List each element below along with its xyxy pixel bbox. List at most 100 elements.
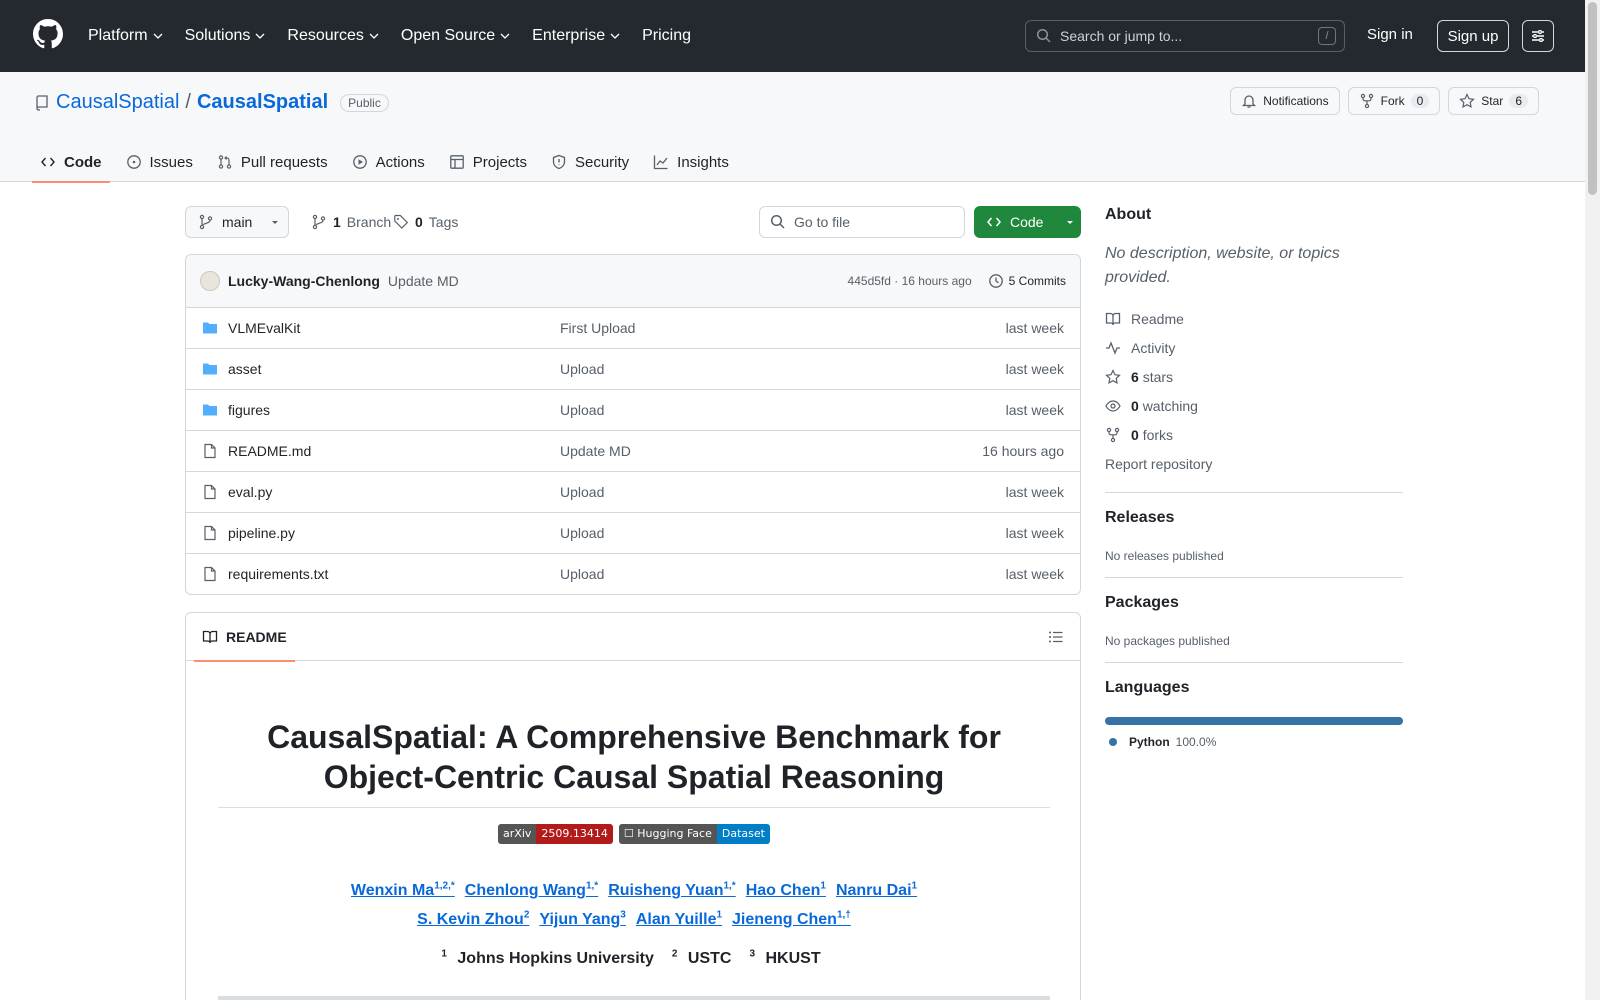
- shield-icon: [552, 154, 566, 170]
- file-row[interactable]: pipeline.py Upload last week: [186, 513, 1080, 554]
- nav-open-source[interactable]: Open Source: [401, 27, 510, 45]
- file-commit-message[interactable]: Upload: [560, 484, 604, 500]
- repo-name-link[interactable]: CausalSpatial: [197, 91, 328, 114]
- file-row[interactable]: VLMEvalKit First Upload last week: [186, 308, 1080, 349]
- file-row[interactable]: eval.py Upload last week: [186, 472, 1080, 513]
- github-logo-icon[interactable]: [33, 19, 63, 49]
- author-link[interactable]: S. Kevin Zhou2: [417, 909, 529, 927]
- author-link[interactable]: Yijun Yang3: [539, 909, 625, 927]
- stars-link[interactable]: 6 stars: [1105, 362, 1403, 391]
- branch-selector[interactable]: main: [185, 206, 289, 238]
- badge-label: arXiv: [498, 824, 537, 844]
- nav-solutions[interactable]: Solutions: [185, 27, 266, 45]
- branches-link[interactable]: 1 Branch: [311, 214, 391, 230]
- badge[interactable]: arXiv 2509.13414: [498, 824, 613, 844]
- nav-platform[interactable]: Platform: [88, 27, 163, 45]
- activity-link[interactable]: Activity: [1105, 333, 1403, 362]
- releases-heading[interactable]: Releases: [1105, 509, 1403, 527]
- languages-heading: Languages: [1105, 679, 1190, 696]
- global-header: Platform Solutions Resources Open Source…: [0, 0, 1585, 72]
- file-commit-message[interactable]: Upload: [560, 525, 604, 541]
- file-name-link[interactable]: asset: [228, 361, 261, 377]
- readme-title: CausalSpatial: A Comprehensive Benchmark…: [267, 719, 1001, 795]
- page-scrollbar[interactable]: [1585, 0, 1600, 1000]
- tab-issues[interactable]: Issues: [118, 142, 201, 182]
- language-percent: 100.0%: [1175, 735, 1217, 749]
- tag-icon: [394, 214, 409, 229]
- file-name-link[interactable]: eval.py: [228, 484, 272, 500]
- go-to-file-input[interactable]: Go to file: [759, 206, 965, 238]
- tag-label: Tags: [428, 214, 459, 230]
- file-name-link[interactable]: VLMEvalKit: [228, 320, 300, 336]
- file-icon-wrap: [202, 525, 218, 541]
- file-row[interactable]: requirements.txt Upload last week: [186, 554, 1080, 594]
- file-name-link[interactable]: requirements.txt: [228, 566, 328, 582]
- tab-security[interactable]: Security: [543, 142, 637, 182]
- branch-name: main: [222, 214, 253, 230]
- sign-up-button[interactable]: Sign up: [1437, 20, 1509, 52]
- author-link[interactable]: Jieneng Chen1,†: [732, 909, 851, 927]
- readme-tab[interactable]: README: [194, 613, 295, 662]
- commit-author-link[interactable]: Lucky-Wang-Chenlong: [228, 273, 380, 289]
- file-commit-message[interactable]: Update MD: [560, 443, 631, 459]
- nav-resources[interactable]: Resources: [287, 27, 379, 45]
- file-commit-message[interactable]: Upload: [560, 361, 604, 377]
- forks-link[interactable]: 0 forks: [1105, 420, 1403, 449]
- badge-row: arXiv 2509.13414 ☐ Hugging Face Dataset: [186, 824, 1082, 844]
- readme-panel: README CausalSpatial: A Comprehensive Be…: [185, 612, 1081, 1000]
- author-link[interactable]: Chenlong Wang1,*: [465, 881, 598, 899]
- menu-button[interactable]: [1522, 20, 1554, 52]
- file-name-link[interactable]: figures: [228, 402, 270, 418]
- folder-icon-wrap: [202, 361, 218, 377]
- author-link[interactable]: Alan Yuille1: [636, 909, 722, 927]
- file-name-link[interactable]: README.md: [228, 443, 311, 459]
- search-input[interactable]: Search or jump to... /: [1025, 20, 1345, 52]
- star-button[interactable]: Star 6: [1448, 87, 1539, 115]
- tab-actions[interactable]: Actions: [344, 142, 433, 182]
- tab-code[interactable]: Code: [32, 142, 110, 183]
- author-link[interactable]: Hao Chen1: [746, 881, 826, 899]
- badge[interactable]: ☐ Hugging Face Dataset: [618, 824, 770, 844]
- file-commit-message[interactable]: First Upload: [560, 320, 635, 336]
- readme-link[interactable]: Readme: [1105, 304, 1403, 333]
- file-icon-wrap: [202, 443, 218, 459]
- tags-link[interactable]: 0 Tags: [393, 214, 458, 230]
- file-icon: [204, 525, 216, 541]
- file-icon: [204, 566, 216, 582]
- list-unordered-icon[interactable]: [1048, 629, 1064, 645]
- tag-count: 0: [415, 214, 423, 230]
- language-item[interactable]: Python 100.0%: [1105, 735, 1403, 749]
- watchers-link[interactable]: 0 watching: [1105, 391, 1403, 420]
- nav-enterprise[interactable]: Enterprise: [532, 27, 620, 45]
- nav-pricing[interactable]: Pricing: [642, 27, 691, 45]
- author-link[interactable]: Nanru Dai1: [836, 881, 917, 899]
- file-row[interactable]: README.md Update MD 16 hours ago: [186, 431, 1080, 472]
- notifications-button[interactable]: Notifications: [1230, 87, 1340, 115]
- avatar[interactable]: [200, 271, 220, 291]
- file-commit-time: last week: [1005, 525, 1064, 541]
- file-row[interactable]: figures Upload last week: [186, 390, 1080, 431]
- commits-history-link[interactable]: 5 Commits: [988, 273, 1066, 289]
- code-dropdown-button[interactable]: Code: [974, 206, 1081, 238]
- file-list: Lucky-Wang-Chenlong Update MD 445d5fd · …: [185, 254, 1081, 595]
- scrollbar-thumb[interactable]: [1588, 2, 1597, 195]
- author-link[interactable]: Wenxin Ma1,2,*: [351, 881, 455, 899]
- star-count: 6: [1509, 94, 1528, 108]
- file-row[interactable]: asset Upload last week: [186, 349, 1080, 390]
- repo-owner-link[interactable]: CausalSpatial: [56, 91, 179, 114]
- sign-in-link[interactable]: Sign in: [1367, 26, 1413, 43]
- commit-hash-time[interactable]: 445d5fd · 16 hours ago: [848, 274, 972, 288]
- file-commit-message[interactable]: Upload: [560, 402, 604, 418]
- packages-heading[interactable]: Packages: [1105, 594, 1403, 612]
- tab-pull-requests[interactable]: Pull requests: [209, 142, 336, 182]
- book-icon: [202, 630, 218, 644]
- report-repository-link[interactable]: Report repository: [1105, 449, 1403, 478]
- file-name-link[interactable]: pipeline.py: [228, 525, 295, 541]
- commit-message-link[interactable]: Update MD: [388, 273, 459, 289]
- author-link[interactable]: Ruisheng Yuan1,*: [608, 881, 736, 899]
- file-commit-message[interactable]: Upload: [560, 566, 604, 582]
- fork-button[interactable]: Fork 0: [1347, 87, 1441, 115]
- tab-projects[interactable]: Projects: [441, 142, 535, 182]
- branch-label: Branch: [346, 214, 392, 230]
- tab-insights[interactable]: Insights: [645, 142, 737, 182]
